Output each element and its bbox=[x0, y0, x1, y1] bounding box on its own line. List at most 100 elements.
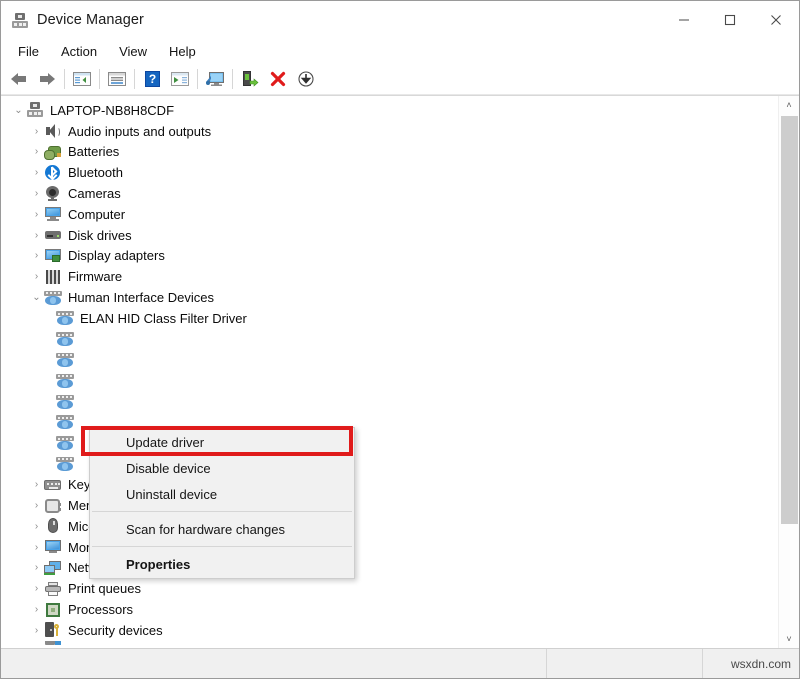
context-menu-item-scan-for-hardware-changes[interactable]: Scan for hardware changes bbox=[90, 516, 354, 542]
hid-device-icon bbox=[56, 456, 74, 472]
context-menu[interactable]: Update driver Disable device Uninstall d… bbox=[89, 427, 355, 579]
monitor-scan-icon[interactable] bbox=[201, 66, 229, 92]
chevron-right-icon[interactable]: › bbox=[29, 271, 44, 282]
chevron-right-icon[interactable]: › bbox=[29, 250, 44, 261]
scroll-up-arrow-icon[interactable]: ˄ bbox=[779, 96, 799, 114]
tree-item-human-interface-devices[interactable]: ⌄ Human Interface Devices bbox=[1, 287, 779, 308]
tree-item-hid-child[interactable] bbox=[1, 350, 779, 371]
minimize-button[interactable] bbox=[661, 1, 707, 38]
console-tree-icon[interactable] bbox=[68, 66, 96, 92]
tree-item-label: Computer bbox=[68, 208, 125, 221]
question-mark-icon[interactable]: ? bbox=[138, 66, 166, 92]
monitor-icon bbox=[44, 206, 62, 222]
computer-root-icon bbox=[26, 102, 44, 118]
keyboard-icon bbox=[44, 477, 62, 493]
tree-item-hid-child[interactable] bbox=[1, 391, 779, 412]
title-bar: Device Manager bbox=[1, 1, 799, 38]
tree-item-partial[interactable] bbox=[1, 641, 779, 648]
tree-item-hid-child[interactable] bbox=[1, 329, 779, 350]
chevron-down-icon[interactable]: ⌄ bbox=[11, 105, 26, 116]
chevron-right-icon[interactable]: › bbox=[29, 146, 44, 157]
chevron-right-icon[interactable]: › bbox=[29, 500, 44, 511]
tree-item-cameras[interactable]: › Cameras bbox=[1, 183, 779, 204]
action-pane-icon[interactable] bbox=[166, 66, 194, 92]
chevron-right-icon[interactable]: › bbox=[29, 188, 44, 199]
scrollbar-thumb[interactable] bbox=[781, 116, 798, 524]
content-area: ⌄ LAPTOP-NB8H8CDF › Audio inp bbox=[1, 95, 799, 648]
security-device-icon bbox=[44, 622, 62, 638]
memory-technology-icon bbox=[44, 498, 62, 514]
svg-text:?: ? bbox=[148, 72, 155, 86]
chevron-right-icon[interactable]: › bbox=[29, 167, 44, 178]
tree-item-processors[interactable]: › Processors bbox=[1, 599, 779, 620]
status-bar: wsxdn.com bbox=[1, 648, 799, 678]
partial-device-icon bbox=[44, 641, 62, 648]
back-button[interactable] bbox=[5, 66, 33, 92]
chevron-down-icon[interactable]: ⌄ bbox=[29, 292, 44, 303]
window-title: Device Manager bbox=[37, 12, 144, 28]
tree-item-print-queues[interactable]: › Print queues bbox=[1, 578, 779, 599]
chevron-right-icon[interactable]: › bbox=[29, 521, 44, 532]
hid-device-icon bbox=[56, 310, 74, 326]
tree-item-batteries[interactable]: › Batteries bbox=[1, 142, 779, 163]
tree-item-firmware[interactable]: › Firmware bbox=[1, 266, 779, 287]
chevron-right-icon[interactable]: › bbox=[29, 126, 44, 137]
chevron-right-icon[interactable]: › bbox=[29, 209, 44, 220]
tree-item-label: ELAN HID Class Filter Driver bbox=[80, 312, 247, 325]
scroll-down-arrow-icon[interactable]: ˅ bbox=[779, 630, 799, 648]
tree-item-display-adapters[interactable]: › Display adapters bbox=[1, 246, 779, 267]
chevron-right-icon[interactable]: › bbox=[29, 583, 44, 594]
hid-icon bbox=[44, 290, 62, 306]
hid-device-icon bbox=[56, 435, 74, 451]
context-menu-item-update-driver[interactable]: Update driver bbox=[90, 429, 354, 455]
tree-item-audio-inputs-and-outputs[interactable]: › Audio inputs and outputs bbox=[1, 121, 779, 142]
context-menu-item-properties[interactable]: Properties bbox=[90, 551, 354, 577]
watermark-text: wsxdn.com bbox=[731, 657, 791, 671]
chevron-right-icon[interactable]: › bbox=[29, 230, 44, 241]
toolbar-separator bbox=[64, 69, 65, 89]
tree-item-root[interactable]: ⌄ LAPTOP-NB8H8CDF bbox=[1, 100, 779, 121]
toolbar-separator bbox=[197, 69, 198, 89]
tree-item-disk-drives[interactable]: › Disk drives bbox=[1, 225, 779, 246]
forward-button[interactable] bbox=[33, 66, 61, 92]
maximize-button[interactable] bbox=[707, 1, 753, 38]
chevron-right-icon[interactable]: › bbox=[29, 625, 44, 636]
chevron-right-icon[interactable]: › bbox=[29, 562, 44, 573]
tree-item-label: LAPTOP-NB8H8CDF bbox=[50, 104, 174, 117]
down-arrow-circle-icon[interactable] bbox=[292, 66, 320, 92]
tree-item-hid-child[interactable]: ELAN HID Class Filter Driver bbox=[1, 308, 779, 329]
tree-item-label: Cameras bbox=[68, 187, 121, 200]
device-manager-icon bbox=[11, 11, 29, 29]
tree-item-hid-child[interactable] bbox=[1, 370, 779, 391]
menu-help[interactable]: Help bbox=[158, 41, 207, 62]
properties-window-icon[interactable] bbox=[103, 66, 131, 92]
close-button[interactable] bbox=[753, 1, 799, 38]
menu-action[interactable]: Action bbox=[50, 41, 108, 62]
tree-item-label: Audio inputs and outputs bbox=[68, 125, 211, 138]
tree-item-security-devices[interactable]: › Security devices bbox=[1, 620, 779, 641]
battery-icon bbox=[44, 144, 62, 160]
menu-file[interactable]: File bbox=[7, 41, 50, 62]
vertical-scrollbar[interactable]: ˄ ˅ bbox=[778, 96, 799, 648]
chevron-right-icon[interactable]: › bbox=[29, 542, 44, 553]
device-manager-window: Device Manager File Action View Help bbox=[0, 0, 800, 679]
camera-icon bbox=[44, 186, 62, 202]
tree-item-bluetooth[interactable]: › Bluetooth bbox=[1, 162, 779, 183]
hid-device-icon bbox=[56, 331, 74, 347]
context-menu-item-uninstall-device[interactable]: Uninstall device bbox=[90, 481, 354, 507]
speaker-icon bbox=[44, 123, 62, 139]
menu-view[interactable]: View bbox=[108, 41, 158, 62]
context-menu-item-disable-device[interactable]: Disable device bbox=[90, 455, 354, 481]
context-menu-separator bbox=[92, 546, 352, 547]
update-driver-green-icon[interactable] bbox=[236, 66, 264, 92]
chevron-right-icon[interactable]: › bbox=[29, 604, 44, 615]
tree-item-label: Processors bbox=[68, 603, 133, 616]
status-pane-primary bbox=[1, 649, 547, 678]
mouse-icon bbox=[44, 518, 62, 534]
scrollbar-track[interactable] bbox=[779, 114, 799, 630]
tree-item-computer[interactable]: › Computer bbox=[1, 204, 779, 225]
tree-item-label: Bluetooth bbox=[68, 166, 123, 179]
chevron-right-icon[interactable]: › bbox=[29, 479, 44, 490]
printer-icon bbox=[44, 581, 62, 597]
red-x-icon[interactable] bbox=[264, 66, 292, 92]
